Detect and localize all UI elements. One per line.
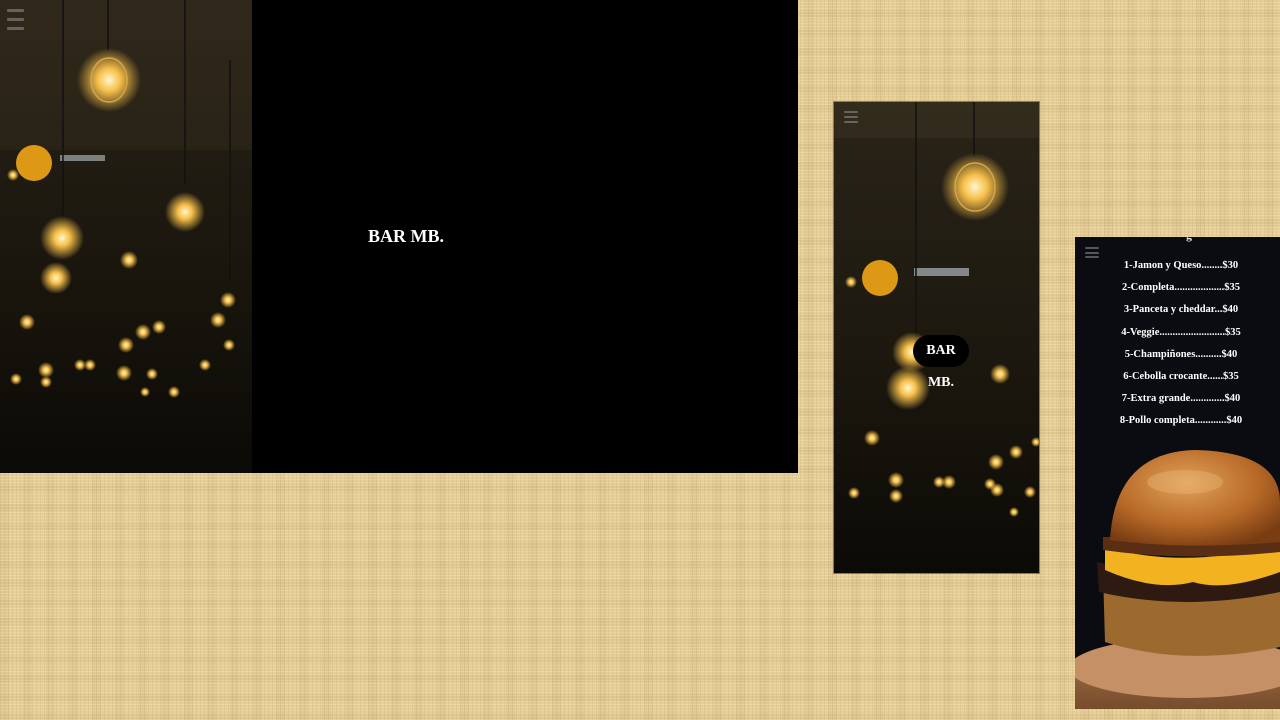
menu-item: 3-Panceta y cheddar...$40 bbox=[1123, 304, 1239, 316]
desktop-preview: BAR MB. bbox=[0, 0, 798, 473]
menu-heading-fragment: g bbox=[1186, 237, 1192, 243]
bar-title: BAR MB. bbox=[913, 335, 969, 390]
menu-item: 2-Completa...................$35 bbox=[1121, 282, 1241, 294]
menu-item: 5-Champiñones..........$40 bbox=[1124, 348, 1238, 360]
menu-item: 4-Veggie.........................$35 bbox=[1121, 326, 1241, 338]
menu-item: 1-Jamon y Queso........$30 bbox=[1123, 260, 1239, 271]
menu-item: 8-Pollo completa............$40 bbox=[1119, 415, 1243, 427]
menu-list: 1-Jamon y Queso........$30 2-Completa...… bbox=[1075, 258, 1280, 436]
hamburger-icon[interactable] bbox=[844, 111, 858, 123]
hamburger-icon[interactable] bbox=[7, 9, 24, 30]
mobile-preview: BAR MB. bbox=[834, 102, 1039, 573]
burger-photo bbox=[1075, 442, 1280, 709]
hamburger-icon[interactable] bbox=[1085, 247, 1099, 258]
bar-title: BAR MB. bbox=[368, 226, 444, 246]
hanging-bulbs-photo bbox=[0, 0, 252, 473]
menu-item: 6-Cebolla crocante......$35 bbox=[1123, 370, 1239, 382]
menu-preview: g 1-Jamon y Queso........$30 2-Completa.… bbox=[1075, 237, 1280, 709]
menu-item: 7-Extra grande.............$40 bbox=[1121, 393, 1241, 405]
